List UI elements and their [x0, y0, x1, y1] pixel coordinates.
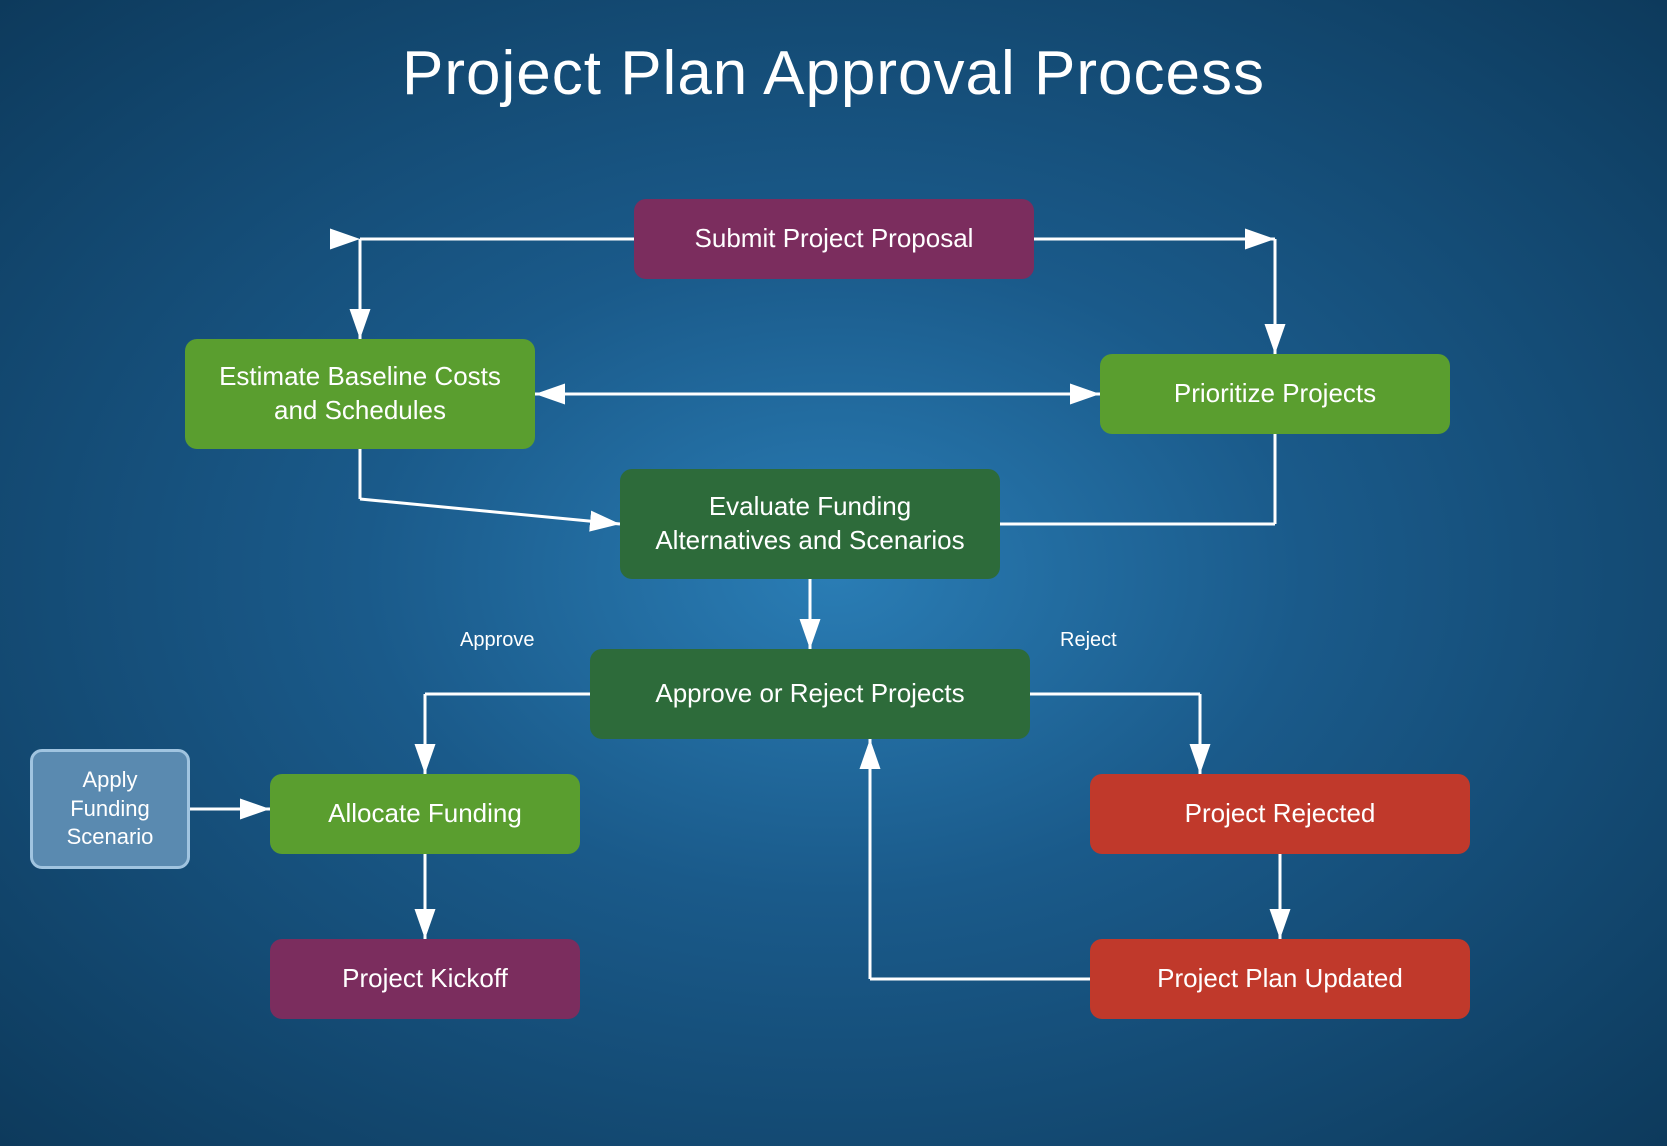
approve-label: Approve — [460, 629, 535, 652]
node-approve-reject-projects: Approve or Reject Projects — [590, 649, 1030, 739]
node-apply-funding-scenario: Apply Funding Scenario — [30, 749, 190, 869]
reject-label: Reject — [1060, 629, 1117, 652]
node-submit-proposal: Submit Project Proposal — [634, 199, 1034, 279]
page-title: Project Plan Approval Process — [0, 0, 1667, 139]
node-project-plan-updated: Project Plan Updated — [1090, 939, 1470, 1019]
node-project-rejected: Project Rejected — [1090, 774, 1470, 854]
node-evaluate-funding: Evaluate Funding Alternatives and Scenar… — [620, 469, 1000, 579]
node-allocate-funding: Allocate Funding — [270, 774, 580, 854]
node-project-kickoff: Project Kickoff — [270, 939, 580, 1019]
diagram: Approve Reject Submit Project Proposal E… — [0, 139, 1667, 1089]
node-prioritize-projects: Prioritize Projects — [1100, 354, 1450, 434]
node-estimate-baseline: Estimate Baseline Costs and Schedules — [185, 339, 535, 449]
